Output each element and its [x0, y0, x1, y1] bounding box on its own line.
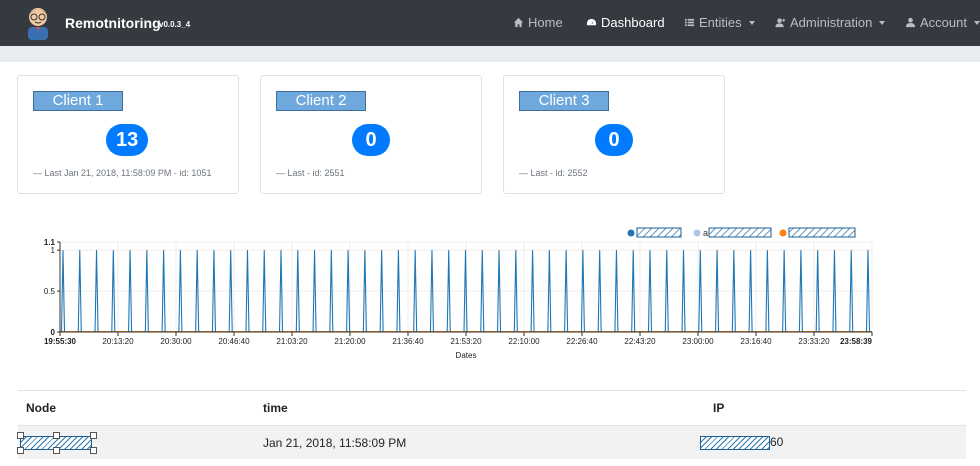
- home-icon: [513, 17, 524, 28]
- x-tick-label: 22:10:00: [508, 337, 540, 346]
- client-count-badge: 0: [595, 124, 633, 156]
- legend-dot: [627, 229, 635, 237]
- nav-dashboard-label: Dashboard: [601, 15, 665, 30]
- list-icon: [684, 18, 695, 27]
- table-row[interactable]: Jan 21, 2018, 11:58:09 PM 60: [17, 425, 966, 459]
- legend-label-redacted: [708, 227, 772, 238]
- nav-administration-label: Administration: [790, 15, 873, 30]
- client-card-title: Client 3: [519, 91, 609, 111]
- client-card-2: Client 2 0 — Last - id: 2551: [260, 75, 482, 194]
- x-tick-label: 21:36:40: [392, 337, 424, 346]
- page-header-band: [0, 46, 980, 62]
- nav-dashboard[interactable]: Dashboard: [586, 15, 665, 30]
- ip-cell: 60: [700, 435, 783, 450]
- x-axis-label: Dates: [456, 351, 477, 360]
- x-tick-label: 19:55:30: [44, 337, 77, 346]
- client-count-badge: 0: [352, 124, 390, 156]
- ip-suffix: 60: [770, 435, 784, 449]
- ip-redacted: [700, 435, 770, 450]
- x-tick-label: 22:43:20: [624, 337, 656, 346]
- y-tick-label: 1.1: [44, 238, 56, 247]
- chevron-down-icon: [748, 20, 755, 25]
- x-tick-label: 21:53:20: [450, 337, 482, 346]
- client-card-title: Client 2: [276, 91, 366, 111]
- client-card-footer: — Last - id: 2552: [519, 168, 588, 178]
- nav-entities-label: Entities: [699, 15, 742, 30]
- nav-account-label: Account: [920, 15, 967, 30]
- time-cell: Jan 21, 2018, 11:58:09 PM: [263, 436, 407, 450]
- client-count-badge: 13: [106, 124, 149, 156]
- user-plus-icon: [775, 18, 786, 28]
- activity-chart: 19:55:30 20:13:20 20:30:00 20:46:40 21:03:20…: [44, 227, 873, 360]
- legend-label: a: [703, 228, 708, 238]
- navbar: Remotnitoring v0.0.3_4 Home Dashboard En…: [0, 0, 980, 46]
- resize-handle[interactable]: [53, 432, 60, 439]
- user-icon: [905, 17, 916, 28]
- x-tick-label: 23:33:20: [798, 337, 830, 346]
- table-divider: [18, 390, 966, 391]
- resize-handle[interactable]: [17, 432, 24, 439]
- x-tick-label: 22:26:40: [566, 337, 598, 346]
- brand-name[interactable]: Remotnitoring: [65, 15, 161, 31]
- node-cell[interactable]: [17, 432, 97, 454]
- column-header-ip[interactable]: IP: [713, 401, 724, 415]
- client-card-footer: — Last - id: 2551: [276, 168, 345, 178]
- chevron-down-icon: [879, 20, 886, 25]
- resize-handle[interactable]: [90, 432, 97, 439]
- resize-handle[interactable]: [53, 447, 60, 454]
- brand-version: v0.0.3_4: [159, 20, 191, 29]
- x-tick-label: 23:00:00: [682, 337, 714, 346]
- y-tick-label: 1: [51, 246, 56, 255]
- legend-dot: [779, 229, 787, 237]
- x-tick-label: 20:46:40: [218, 337, 250, 346]
- avatar-logo-icon[interactable]: [23, 6, 53, 40]
- x-tick-label: 20:13:20: [102, 337, 134, 346]
- nav-home[interactable]: Home: [513, 15, 563, 30]
- resize-handle[interactable]: [17, 447, 24, 454]
- x-tick-label: 21:03:20: [276, 337, 308, 346]
- client-card-3: Client 3 0 — Last - id: 2552: [503, 75, 725, 194]
- x-tick-label: 23:16:40: [740, 337, 772, 346]
- x-tick-label: 20:30:00: [160, 337, 192, 346]
- column-header-node[interactable]: Node: [26, 401, 56, 415]
- y-tick-label: 0.5: [44, 287, 56, 296]
- client-card-1: Client 1 13 — Last Jan 21, 2018, 11:58:0…: [17, 75, 239, 194]
- legend-label-redacted: [788, 227, 856, 238]
- nav-home-label: Home: [528, 15, 563, 30]
- x-tick-label: 23:58:39: [840, 337, 873, 346]
- legend-dot: [693, 229, 701, 237]
- nav-account[interactable]: Account: [905, 15, 980, 30]
- y-tick-label: 0: [51, 328, 56, 337]
- client-card-title: Client 1: [33, 91, 123, 111]
- chevron-down-icon: [973, 20, 980, 25]
- client-card-footer: — Last Jan 21, 2018, 11:58:09 PM - id: 1…: [33, 168, 212, 178]
- dashboard-icon: [586, 18, 597, 26]
- nav-entities[interactable]: Entities: [684, 15, 755, 30]
- resize-handle[interactable]: [90, 447, 97, 454]
- legend-label-redacted: [636, 227, 682, 238]
- x-tick-label: 21:20:00: [334, 337, 366, 346]
- column-header-time[interactable]: time: [263, 401, 288, 415]
- nav-administration[interactable]: Administration: [775, 15, 886, 30]
